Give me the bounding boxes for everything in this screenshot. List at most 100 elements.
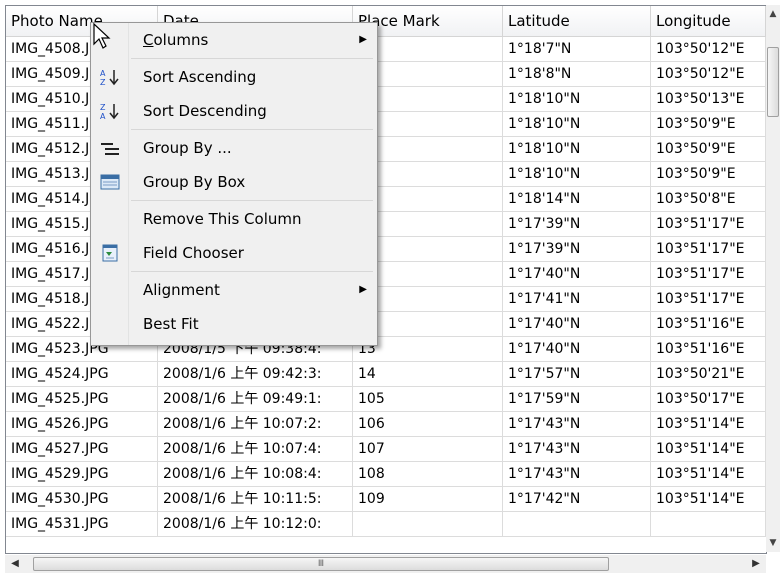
longitude-cell[interactable]: 103°50'9"E bbox=[651, 137, 766, 161]
latitude-cell[interactable]: 1°17'39"N bbox=[503, 212, 651, 236]
scroll-left-icon[interactable]: ◀ bbox=[9, 557, 21, 571]
longitude-cell[interactable]: 103°50'17"E bbox=[651, 387, 766, 411]
table-row[interactable]: IMG_4526.JPG 2008/1/6 上午 10:07:2: 106 1°17'… bbox=[6, 412, 766, 437]
place-mark-cell[interactable]: 108 bbox=[353, 462, 503, 486]
latitude-cell[interactable]: 1°17'43"N bbox=[503, 462, 651, 486]
menu-item-label: Remove This Column bbox=[143, 210, 302, 228]
table-row[interactable]: IMG_4527.JPG 2008/1/6 上午 10:07:4: 107 1°17'… bbox=[6, 437, 766, 462]
longitude-cell[interactable]: 103°51'17"E bbox=[651, 262, 766, 286]
photo-name-cell[interactable]: IMG_4524.JPG bbox=[6, 362, 158, 386]
longitude-cell[interactable]: 103°50'12"E bbox=[651, 62, 766, 86]
longitude-cell[interactable]: 103°50'12"E bbox=[651, 37, 766, 61]
menu-item-label: Columns bbox=[143, 23, 208, 57]
longitude-cell[interactable] bbox=[651, 512, 766, 536]
column-header-longitude[interactable]: Longitude bbox=[651, 6, 766, 36]
menu-item-remove-column[interactable]: Remove This Column bbox=[91, 202, 377, 236]
menu-item-group-by-box[interactable]: Group By Box bbox=[91, 165, 377, 199]
longitude-cell[interactable]: 103°51'17"E bbox=[651, 237, 766, 261]
longitude-cell[interactable]: 103°51'14"E bbox=[651, 412, 766, 436]
sort-ascending-icon: A Z bbox=[100, 69, 119, 86]
photo-name-cell[interactable]: IMG_4526.JPG bbox=[6, 412, 158, 436]
date-cell[interactable]: 2008/1/6 上午 09:49:1: bbox=[158, 387, 353, 411]
place-mark-cell[interactable]: 105 bbox=[353, 387, 503, 411]
latitude-cell[interactable]: 1°17'59"N bbox=[503, 387, 651, 411]
longitude-cell[interactable]: 103°51'14"E bbox=[651, 462, 766, 486]
longitude-cell[interactable]: 103°50'21"E bbox=[651, 362, 766, 386]
latitude-cell[interactable]: 1°17'40"N bbox=[503, 312, 651, 336]
latitude-cell[interactable]: 1°17'39"N bbox=[503, 237, 651, 261]
photo-name-cell[interactable]: IMG_4531.JPG bbox=[6, 512, 158, 536]
latitude-cell[interactable]: 1°18'7"N bbox=[503, 37, 651, 61]
longitude-cell[interactable]: 103°50'9"E bbox=[651, 162, 766, 186]
table-row[interactable]: IMG_4524.JPG 2008/1/6 上午 09:42:3: 14 1°17'5… bbox=[6, 362, 766, 387]
date-cell[interactable]: 2008/1/6 上午 10:07:4: bbox=[158, 437, 353, 461]
latitude-cell[interactable]: 1°18'8"N bbox=[503, 62, 651, 86]
latitude-cell[interactable]: 1°17'57"N bbox=[503, 362, 651, 386]
menu-item-sort-ascending[interactable]: A Z Sort Ascending bbox=[91, 60, 377, 94]
photo-name-cell[interactable]: IMG_4529.JPG bbox=[6, 462, 158, 486]
latitude-cell[interactable]: 1°17'42"N bbox=[503, 487, 651, 511]
date-cell[interactable]: 2008/1/6 上午 10:11:5: bbox=[158, 487, 353, 511]
columns-label-rest: olumns bbox=[153, 31, 209, 49]
scroll-down-icon[interactable]: ▼ bbox=[768, 536, 778, 550]
longitude-cell[interactable]: 103°51'14"E bbox=[651, 437, 766, 461]
latitude-cell[interactable] bbox=[503, 512, 651, 536]
menu-separator bbox=[131, 129, 373, 130]
date-cell[interactable]: 2008/1/6 上午 10:07:2: bbox=[158, 412, 353, 436]
horizontal-scrollbar[interactable]: ◀ Ⅲ ▶ bbox=[5, 555, 766, 573]
table-row[interactable]: IMG_4530.JPG 2008/1/6 上午 10:11:5: 109 1°17'… bbox=[6, 487, 766, 512]
scroll-up-icon[interactable]: ▲ bbox=[768, 7, 778, 21]
photo-name-cell[interactable]: IMG_4527.JPG bbox=[6, 437, 158, 461]
longitude-cell[interactable]: 103°51'16"E bbox=[651, 312, 766, 336]
vertical-scrollbar[interactable]: ▲ ▼ bbox=[766, 5, 780, 552]
latitude-cell[interactable]: 1°18'10"N bbox=[503, 137, 651, 161]
date-cell[interactable]: 2008/1/6 上午 10:08:4: bbox=[158, 462, 353, 486]
latitude-cell[interactable]: 1°17'43"N bbox=[503, 412, 651, 436]
longitude-cell[interactable]: 103°51'17"E bbox=[651, 212, 766, 236]
longitude-cell[interactable]: 103°51'14"E bbox=[651, 487, 766, 511]
latitude-cell[interactable]: 1°17'41"N bbox=[503, 287, 651, 311]
place-mark-cell[interactable]: 106 bbox=[353, 412, 503, 436]
menu-item-alignment[interactable]: Alignment ▶ bbox=[91, 273, 377, 307]
place-mark-cell[interactable]: 14 bbox=[353, 362, 503, 386]
menu-item-label: Sort Ascending bbox=[143, 68, 257, 86]
scroll-right-icon[interactable]: ▶ bbox=[750, 557, 762, 571]
date-cell[interactable]: 2008/1/6 上午 09:42:3: bbox=[158, 362, 353, 386]
table-row[interactable]: IMG_4531.JPG 2008/1/6 上午 10:12:0: bbox=[6, 512, 766, 537]
vertical-scroll-thumb[interactable] bbox=[767, 47, 779, 117]
latitude-cell[interactable]: 1°18'10"N bbox=[503, 112, 651, 136]
svg-text:Z: Z bbox=[100, 78, 106, 86]
svg-text:Z: Z bbox=[100, 103, 106, 112]
date-cell[interactable]: 2008/1/6 上午 10:12:0: bbox=[158, 512, 353, 536]
menu-item-columns[interactable]: Columns ▶ bbox=[91, 23, 377, 57]
photo-name-cell[interactable]: IMG_4525.JPG bbox=[6, 387, 158, 411]
menu-item-field-chooser[interactable]: Field Chooser bbox=[91, 236, 377, 270]
photo-name-cell[interactable]: IMG_4530.JPG bbox=[6, 487, 158, 511]
latitude-cell[interactable]: 1°17'40"N bbox=[503, 262, 651, 286]
table-row[interactable]: IMG_4525.JPG 2008/1/6 上午 09:49:1: 105 1°17'… bbox=[6, 387, 766, 412]
table-row[interactable]: IMG_4529.JPG 2008/1/6 上午 10:08:4: 108 1°17'… bbox=[6, 462, 766, 487]
latitude-cell[interactable]: 1°18'10"N bbox=[503, 87, 651, 111]
latitude-cell[interactable]: 1°17'43"N bbox=[503, 437, 651, 461]
group-by-box-icon bbox=[100, 174, 120, 190]
latitude-cell[interactable]: 1°18'10"N bbox=[503, 162, 651, 186]
menu-item-sort-descending[interactable]: Z A Sort Descending bbox=[91, 94, 377, 128]
place-mark-cell[interactable]: 107 bbox=[353, 437, 503, 461]
menu-separator bbox=[131, 271, 373, 272]
columns-label-accel: C bbox=[143, 31, 154, 49]
submenu-arrow-icon: ▶ bbox=[359, 284, 367, 295]
longitude-cell[interactable]: 103°51'17"E bbox=[651, 287, 766, 311]
longitude-cell[interactable]: 103°50'9"E bbox=[651, 112, 766, 136]
latitude-cell[interactable]: 1°18'14"N bbox=[503, 187, 651, 211]
place-mark-cell[interactable] bbox=[353, 512, 503, 536]
menu-item-group-by[interactable]: Group By ... bbox=[91, 131, 377, 165]
longitude-cell[interactable]: 103°50'8"E bbox=[651, 187, 766, 211]
menu-item-best-fit[interactable]: Best Fit bbox=[91, 307, 377, 341]
column-header-latitude[interactable]: Latitude bbox=[503, 6, 651, 36]
horizontal-scroll-thumb[interactable]: Ⅲ bbox=[33, 557, 609, 571]
group-by-icon bbox=[101, 143, 119, 155]
longitude-cell[interactable]: 103°51'16"E bbox=[651, 337, 766, 361]
longitude-cell[interactable]: 103°50'13"E bbox=[651, 87, 766, 111]
latitude-cell[interactable]: 1°17'40"N bbox=[503, 337, 651, 361]
place-mark-cell[interactable]: 109 bbox=[353, 487, 503, 511]
